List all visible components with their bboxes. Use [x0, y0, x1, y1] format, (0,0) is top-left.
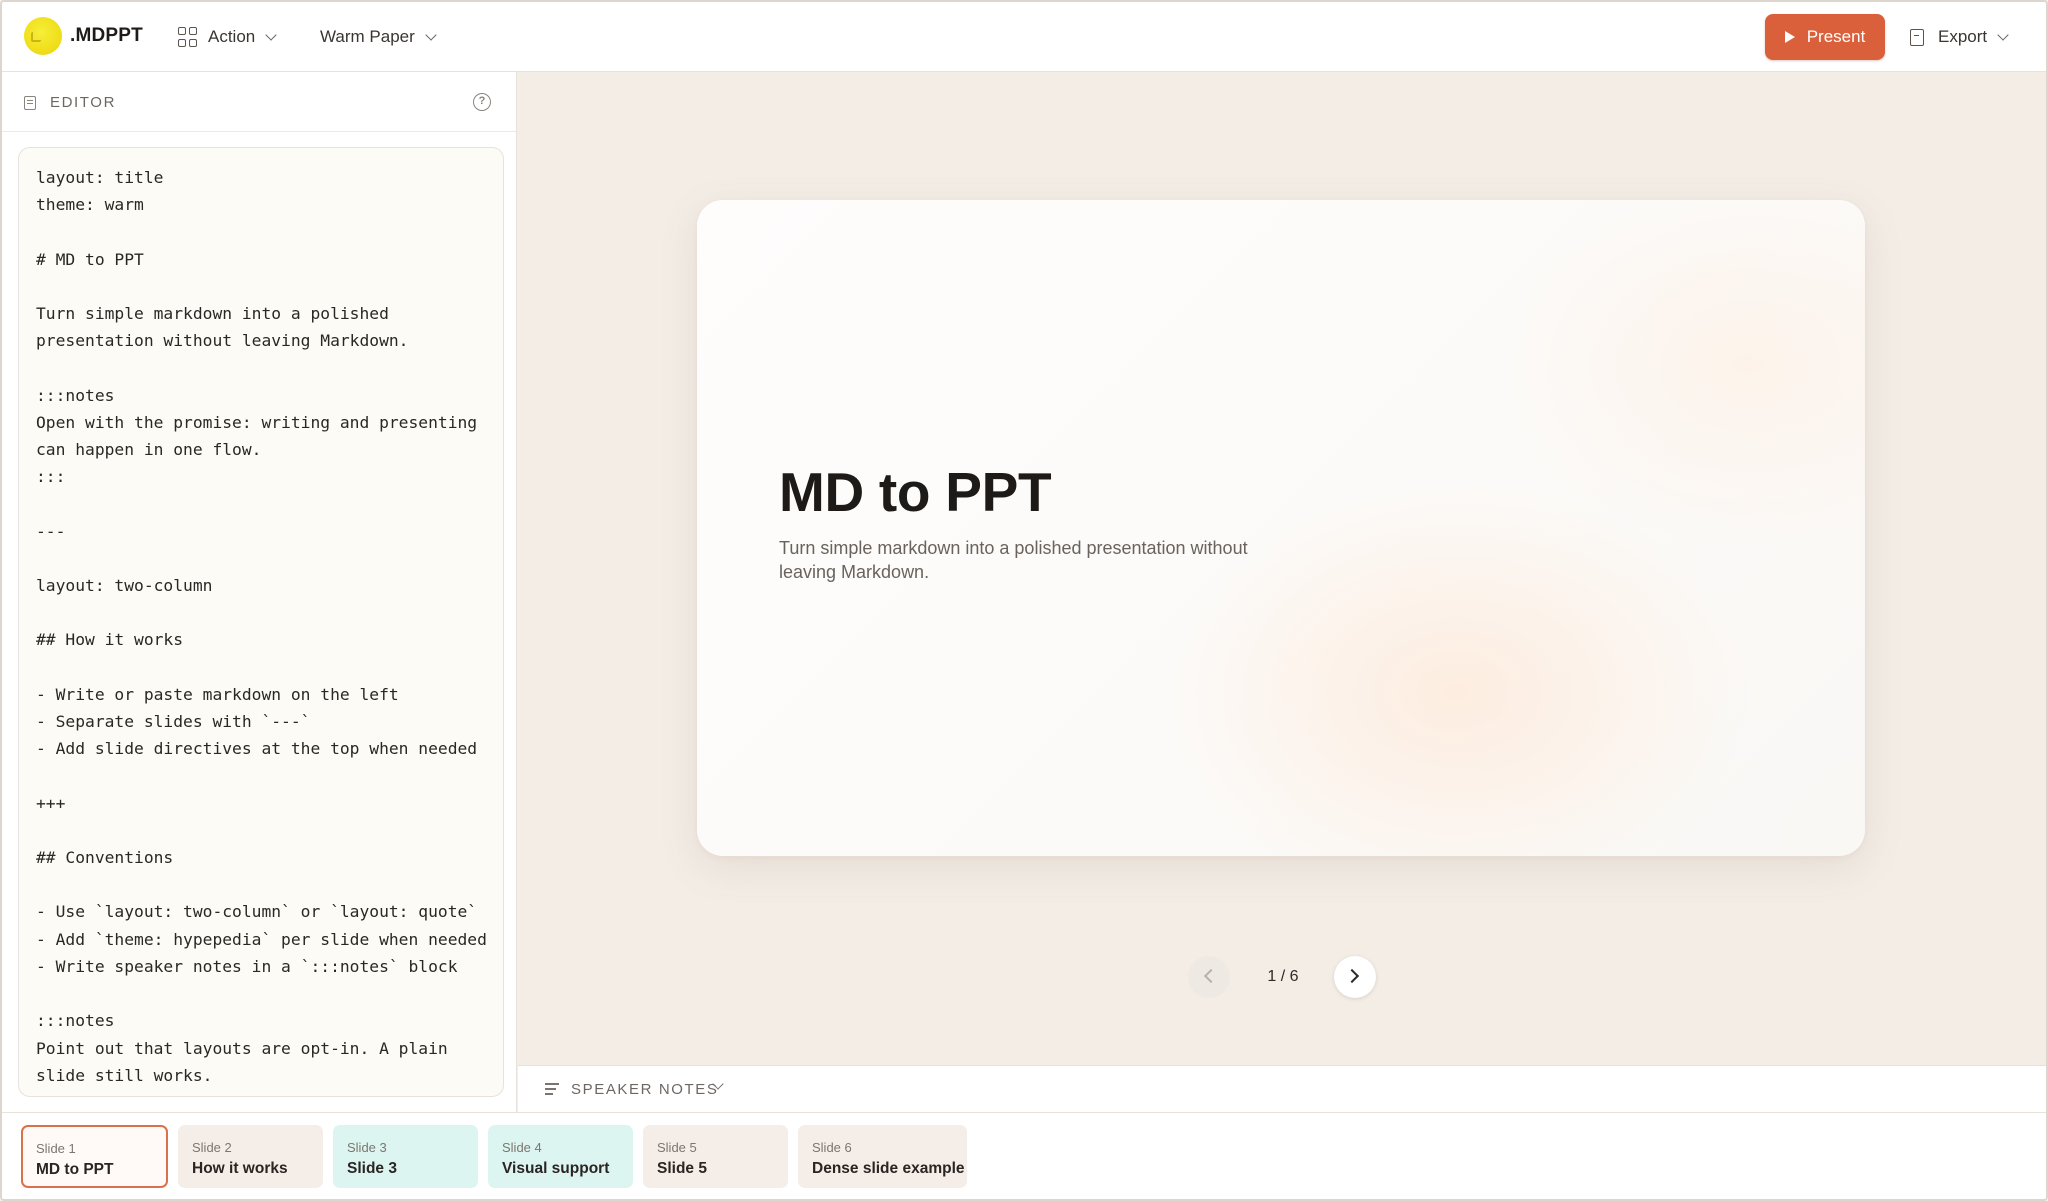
play-icon [1784, 31, 1795, 43]
export-label: Export [1938, 27, 1988, 46]
speaker-notes-toggle[interactable]: SPEAKER NOTES [518, 1065, 2046, 1112]
previous-slide-button[interactable] [1188, 956, 1230, 998]
thumbnail-number: Slide 3 [347, 1140, 387, 1155]
editor-header: EDITOR ? [2, 72, 516, 132]
grid-icon [178, 27, 198, 47]
thumbnail-title: Visual support [502, 1160, 610, 1177]
chevron-down-icon [265, 29, 277, 41]
chevron-left-icon [1203, 968, 1219, 984]
thumbnail-number: Slide 6 [812, 1140, 852, 1155]
logo-icon[interactable] [24, 17, 62, 55]
slide-thumbnail[interactable]: Slide 1 MD to PPT [21, 1125, 168, 1188]
chevron-down-icon [1997, 29, 2009, 41]
slide-pager: 1 / 6 [1188, 956, 1378, 1000]
markdown-editor[interactable]: layout: title theme: warm # MD to PPT Tu… [18, 147, 504, 1097]
present-button[interactable]: Present [1765, 14, 1885, 60]
editor-panel: EDITOR ? layout: title theme: warm # MD … [2, 72, 517, 1112]
theme-menu-label: Warm Paper [320, 27, 415, 46]
speaker-notes-label: SPEAKER NOTES [571, 1081, 719, 1098]
markdown-content[interactable]: layout: title theme: warm # MD to PPT Tu… [36, 164, 496, 1089]
thumbnail-title: MD to PPT [36, 1161, 114, 1178]
file-export-icon [1910, 28, 1924, 46]
thumbnail-number: Slide 5 [657, 1140, 697, 1155]
thumbnail-title: Dense slide example [812, 1160, 965, 1177]
slide-thumbnail[interactable]: Slide 3 Slide 3 [333, 1125, 478, 1188]
notes-lines-icon [545, 1083, 559, 1095]
document-icon [24, 96, 36, 110]
top-bar: .MDPPT Action Warm Paper Present Export [2, 2, 2046, 72]
next-slide-button[interactable] [1334, 956, 1376, 998]
page-count: 1 / 6 [1267, 968, 1299, 985]
thumbnail-number: Slide 1 [36, 1141, 76, 1156]
slide-filmstrip: Slide 1 MD to PPT Slide 2 How it works S… [2, 1112, 2046, 1199]
slide-preview: MD to PPT Turn simple markdown into a po… [697, 200, 1865, 856]
help-icon[interactable]: ? [473, 93, 491, 111]
brand-name: .MDPPT [70, 25, 143, 46]
slide-thumbnail[interactable]: Slide 2 How it works [178, 1125, 323, 1188]
theme-menu[interactable]: Warm Paper [320, 20, 437, 54]
slide-title: MD to PPT [779, 461, 1052, 523]
thumbnail-title: Slide 3 [347, 1160, 397, 1177]
export-menu[interactable]: Export [1910, 20, 2009, 54]
present-label: Present [1806, 27, 1866, 46]
slide-thumbnail[interactable]: Slide 5 Slide 5 [643, 1125, 788, 1188]
action-menu-label: Action [208, 27, 256, 46]
thumbnail-number: Slide 4 [502, 1140, 542, 1155]
slide-stage: MD to PPT Turn simple markdown into a po… [518, 72, 2046, 1065]
thumbnail-number: Slide 2 [192, 1140, 232, 1155]
slide-subtitle: Turn simple markdown into a polished pre… [779, 538, 1248, 582]
chevron-right-icon [1344, 968, 1360, 984]
slide-thumbnail[interactable]: Slide 4 Visual support [488, 1125, 633, 1188]
app-window: .MDPPT Action Warm Paper Present Export … [0, 0, 2048, 1201]
editor-label: EDITOR [50, 94, 116, 111]
thumbnail-title: How it works [192, 1160, 288, 1177]
chevron-down-icon [425, 29, 437, 41]
thumbnail-title: Slide 5 [657, 1160, 707, 1177]
action-menu[interactable]: Action [178, 20, 277, 54]
slide-thumbnail[interactable]: Slide 6 Dense slide example [798, 1125, 967, 1188]
